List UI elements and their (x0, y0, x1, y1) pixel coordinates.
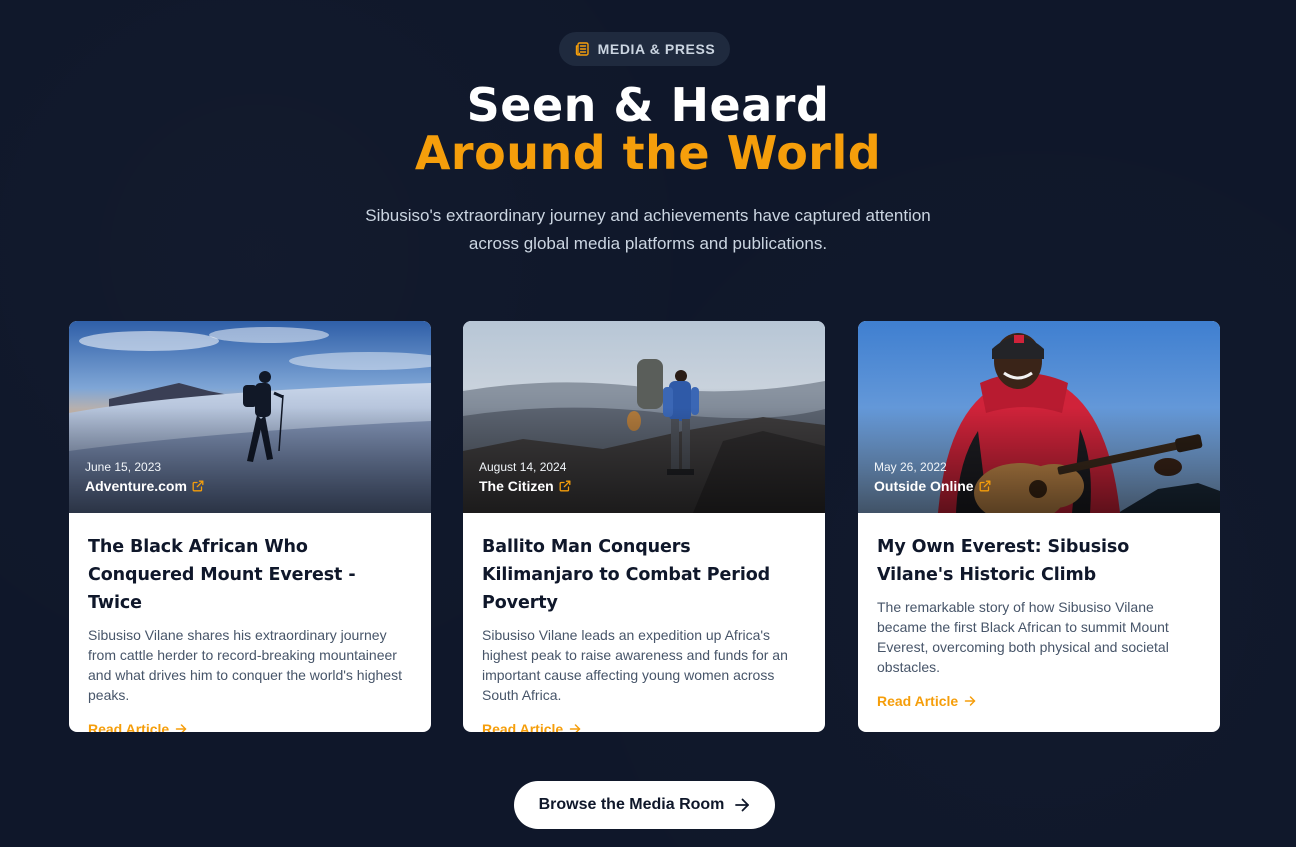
article-source: Outside Online (874, 478, 974, 494)
page-title: Seen & Heard (466, 78, 830, 132)
article-card[interactable]: May 26, 2022 Outside Online My Own Evere… (858, 321, 1220, 732)
article-description: The remarkable story of how Sibusiso Vil… (877, 599, 1169, 675)
read-article-label: Read Article (88, 721, 170, 732)
subtitle-line-1: Sibusiso's extraordinary journey and ach… (365, 206, 931, 225)
article-source: The Citizen (479, 478, 554, 494)
badge-label: MEDIA & PRESS (597, 41, 716, 57)
article-date: May 26, 2022 (874, 460, 947, 474)
external-link-icon (192, 480, 204, 492)
read-article-link[interactable]: Read Article (482, 721, 581, 732)
article-date: August 14, 2024 (479, 460, 567, 474)
article-card[interactable]: August 14, 2024 The Citizen Ballito Man … (463, 321, 825, 732)
article-image-climber-snow: June 15, 2023 Adventure.com (69, 321, 431, 513)
article-image-hiker-mountains: August 14, 2024 The Citizen (463, 321, 825, 513)
article-source-link[interactable]: The Citizen (479, 478, 571, 494)
newspaper-icon (574, 41, 590, 57)
read-article-link[interactable]: Read Article (88, 721, 187, 732)
article-description: Sibusiso Vilane leads an expedition up A… (482, 627, 788, 703)
article-title[interactable]: My Own Everest: Sibusiso Vilane's Histor… (877, 533, 1201, 589)
external-link-icon (979, 480, 991, 492)
article-title[interactable]: The Black African Who Conquered Mount Ev… (88, 533, 412, 617)
article-image-guitar-summit: May 26, 2022 Outside Online (858, 321, 1220, 513)
read-article-label: Read Article (877, 693, 959, 709)
article-card[interactable]: June 15, 2023 Adventure.com The Black Af… (69, 321, 431, 732)
arrow-right-icon (964, 695, 976, 707)
page-subtitle: Sibusiso's extraordinary journey and ach… (318, 202, 978, 258)
article-source: Adventure.com (85, 478, 187, 494)
arrow-right-icon (734, 797, 750, 813)
arrow-right-icon (569, 723, 581, 732)
page-title-highlight: Around the World (414, 126, 882, 180)
article-description: Sibusiso Vilane shares his extraordinary… (88, 627, 402, 703)
article-title[interactable]: Ballito Man Conquers Kilimanjaro to Comb… (482, 533, 806, 617)
arrow-right-icon (175, 723, 187, 732)
article-source-link[interactable]: Outside Online (874, 478, 991, 494)
external-link-icon (559, 480, 571, 492)
cta-label: Browse the Media Room (538, 796, 725, 813)
browse-media-room-button[interactable]: Browse the Media Room (514, 781, 775, 829)
read-article-label: Read Article (482, 721, 564, 732)
article-date: June 15, 2023 (85, 460, 162, 474)
read-article-link[interactable]: Read Article (877, 693, 976, 709)
subtitle-line-2: across global media platforms and public… (468, 234, 828, 253)
section-badge: MEDIA & PRESS (559, 32, 730, 66)
article-source-link[interactable]: Adventure.com (85, 478, 204, 494)
